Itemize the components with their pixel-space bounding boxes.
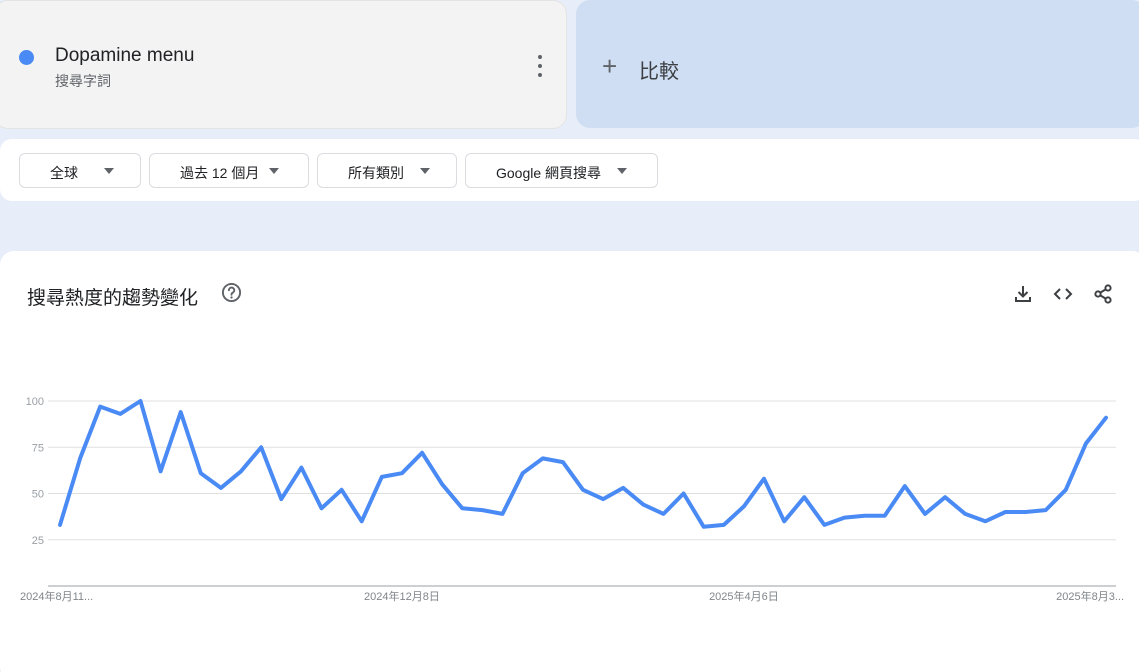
filter-search-type[interactable]: Google 網頁搜尋 <box>465 153 658 188</box>
filter-region[interactable]: 全球 <box>19 153 141 188</box>
filter-category[interactable]: 所有類別 <box>317 153 457 188</box>
filter-time-range[interactable]: 過去 12 個月 <box>149 153 309 188</box>
dropdown-arrow-icon <box>104 168 114 174</box>
dropdown-arrow-icon <box>617 168 627 174</box>
series-line <box>58 399 1108 529</box>
filter-search-type-label: Google 網頁搜尋 <box>496 165 602 181</box>
term-color-dot <box>19 50 34 65</box>
filter-category-label: 所有類別 <box>348 165 404 181</box>
filter-time-range-label: 過去 12 個月 <box>180 165 260 181</box>
filter-bar: 全球 過去 12 個月 所有類別 Google 網頁搜尋 <box>0 139 1139 201</box>
y-tick-label: 100 <box>26 396 44 408</box>
interest-line-chart: 25 50 75 100 2024年8月11... 2024年12月8日 2025年4月6日… <box>20 396 1124 603</box>
x-tick-label: 2025年4月6日 <box>709 589 779 603</box>
x-tick-label: 2024年12月8日 <box>364 589 440 603</box>
dropdown-arrow-icon <box>420 168 430 174</box>
search-term-subtitle: 搜尋字詞 <box>55 73 111 89</box>
y-tick-label: 75 <box>32 442 44 454</box>
compare-button[interactable]: + 比較 <box>576 0 1139 128</box>
compare-label: 比較 <box>639 61 679 83</box>
plus-icon: + <box>602 51 618 81</box>
y-tick-label: 25 <box>32 535 44 547</box>
interest-over-time-card: 搜尋熱度的趨勢變化 25 50 75 100 2024年8月11... 2024年12月8… <box>0 251 1139 672</box>
search-term-name: Dopamine menu <box>55 45 195 66</box>
x-tick-label: 2024年8月11... <box>20 589 93 603</box>
search-term-card[interactable]: Dopamine menu 搜尋字詞 <box>0 0 567 129</box>
y-tick-label: 50 <box>32 489 44 501</box>
dropdown-arrow-icon <box>269 168 279 174</box>
x-tick-label: 2025年8月3... <box>1056 589 1124 603</box>
filter-region-label: 全球 <box>50 165 78 181</box>
more-vert-icon[interactable] <box>532 55 548 77</box>
